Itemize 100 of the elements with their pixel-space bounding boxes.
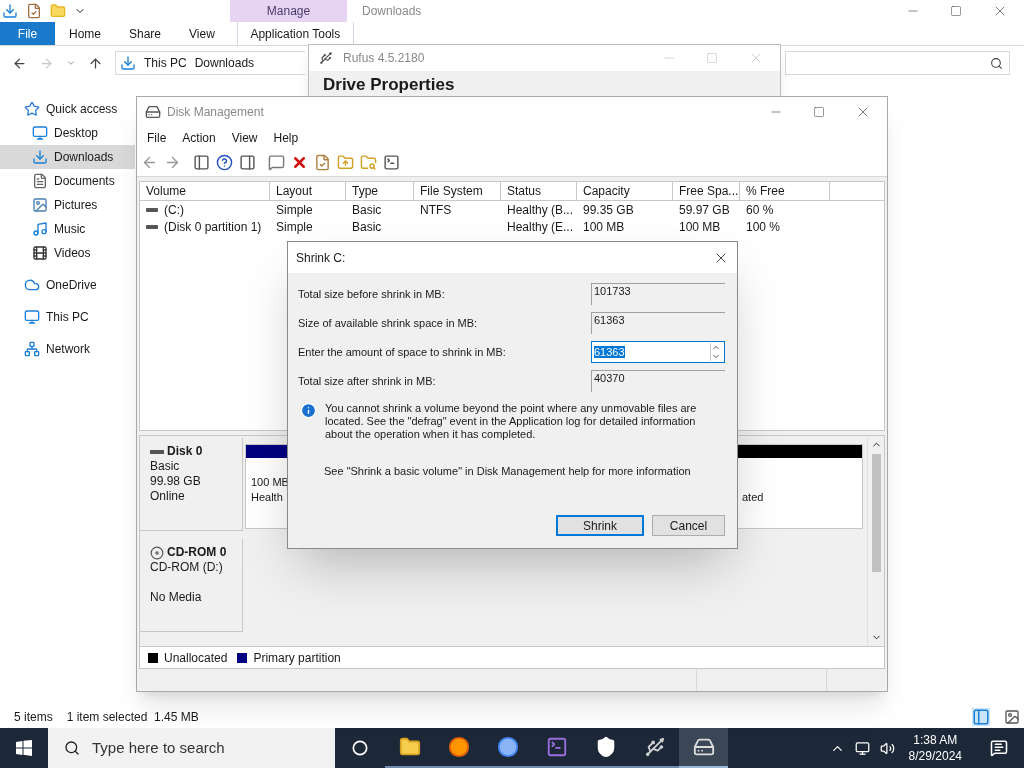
console-icon[interactable]	[383, 154, 400, 171]
legend-label: Unallocated	[164, 649, 228, 667]
nav-item[interactable]: Music	[0, 217, 135, 241]
speech-bubble-icon[interactable]	[268, 154, 285, 171]
column-header[interactable]: Type	[346, 182, 414, 200]
nav-item[interactable]: Network	[0, 337, 135, 361]
column-header[interactable]: % Free	[740, 182, 830, 200]
ribbon-tab[interactable]: File	[0, 22, 55, 45]
taskbar-app[interactable]	[679, 728, 728, 768]
ribbon-tab[interactable]: Share	[115, 22, 176, 45]
large-icons-view-button[interactable]	[1004, 709, 1020, 725]
menu-item[interactable]: Help	[265, 129, 307, 147]
download-icon[interactable]	[2, 3, 18, 19]
picture-icon	[32, 197, 48, 213]
maximize-button[interactable]	[950, 5, 962, 17]
nav-item[interactable]: Quick access	[0, 97, 135, 121]
table-cell-text: Simple	[276, 218, 313, 236]
column-header[interactable]: Free Spa...	[673, 182, 740, 200]
readout-field: 40370	[591, 370, 725, 392]
panel-icon[interactable]	[193, 154, 210, 171]
checked-document-icon[interactable]	[314, 154, 331, 171]
column-header[interactable]: Layout	[270, 182, 346, 200]
table-cell-text: 99.35 GB	[583, 201, 634, 219]
table-cell-text: 100 %	[746, 218, 781, 236]
partition-text: ated	[742, 490, 765, 505]
nav-item[interactable]: This PC	[0, 305, 135, 329]
speaker-icon[interactable]	[879, 740, 895, 756]
disc-icon	[150, 545, 164, 560]
shrink-amount-field[interactable]: 61363	[591, 341, 725, 363]
disk-label-panel[interactable]: Disk 0 Basic 99.98 GB Online	[140, 438, 243, 531]
notifications-icon[interactable]	[990, 739, 1008, 757]
back-button[interactable]	[12, 55, 27, 71]
table-cell-text: (C:)	[164, 201, 184, 219]
partition-text: Health	[251, 490, 284, 505]
nav-item[interactable]: Pictures	[0, 193, 135, 217]
spin-down-button[interactable]	[711, 352, 721, 361]
table-cell-text: Simple	[276, 201, 313, 219]
window-title: Disk Management	[166, 104, 265, 121]
table-cell-text: (Disk 0 partition 1)	[164, 218, 262, 236]
readout-field: 61363	[591, 312, 725, 334]
search-box[interactable]: Type here to search	[48, 728, 335, 768]
nav-item[interactable]: Downloads	[0, 145, 135, 169]
clock[interactable]: 1:38 AM 8/29/2024	[904, 732, 966, 764]
readout-field: 101733	[591, 283, 725, 305]
back-icon[interactable]	[141, 154, 158, 171]
address-bar[interactable]: This PC Downloads	[115, 51, 305, 75]
up-button[interactable]	[88, 55, 103, 71]
computer-icon	[24, 309, 40, 325]
nav-item[interactable]: Documents	[0, 169, 135, 193]
column-header[interactable]: Status	[501, 182, 577, 200]
properties-icon[interactable]	[26, 3, 42, 19]
dialog-button[interactable]: Shrink	[556, 515, 644, 536]
column-header[interactable]: Volume	[140, 182, 270, 200]
ribbon-tab[interactable]: Home	[55, 22, 115, 45]
volume-icon	[146, 207, 158, 212]
volume-icon	[146, 224, 158, 229]
help-text: See "Shrink a basic volume" in Disk Management help for more information	[323, 464, 692, 479]
legend-label: Primary partition	[253, 649, 341, 667]
help-icon[interactable]	[216, 154, 233, 171]
field-label: Total size before shrink in MB:	[298, 286, 446, 302]
menu-item[interactable]: View	[223, 129, 266, 147]
windows-logo-icon	[16, 740, 32, 756]
disk-name: CD-ROM 0	[167, 545, 227, 560]
table-cell-text: 59.97 GB	[679, 201, 730, 219]
folder-icon	[398, 736, 421, 758]
ribbon-tab[interactable]: View	[175, 22, 229, 45]
scrollbar[interactable]	[867, 436, 884, 646]
search-icon	[990, 56, 1003, 70]
item-count: 5 items	[14, 709, 53, 726]
nav-item[interactable]: Desktop	[0, 121, 135, 145]
network-icon	[24, 341, 40, 357]
spin-up-button[interactable]	[711, 343, 721, 352]
column-header[interactable]: File System	[414, 182, 501, 200]
disk-type: Basic	[150, 459, 181, 474]
forward-icon[interactable]	[164, 154, 181, 171]
disk-name: Disk 0	[167, 444, 203, 459]
nav-item[interactable]: Videos	[0, 241, 135, 265]
table-cell-text: Healthy (E...	[507, 218, 574, 236]
folder-up-icon[interactable]	[337, 154, 354, 171]
column-header[interactable]: Capacity	[577, 182, 673, 200]
disk-label-panel[interactable]: CD-ROM 0 CD-ROM (D:) No Media	[140, 539, 243, 632]
field-label: Size of available shrink space in MB:	[298, 315, 479, 331]
download-icon	[120, 55, 136, 71]
panel-icon[interactable]	[239, 154, 256, 171]
desktop-icon	[32, 125, 48, 141]
breadcrumb[interactable]: This PC	[144, 54, 187, 72]
delete-icon[interactable]	[291, 154, 308, 171]
dialog-button[interactable]: Cancel	[652, 515, 725, 536]
breadcrumb[interactable]: Downloads	[194, 54, 255, 72]
folder-search-icon[interactable]	[360, 154, 377, 171]
nav-item[interactable]: OneDrive	[0, 273, 135, 297]
maximize-button[interactable]	[813, 106, 825, 118]
disk-status: Online	[150, 489, 186, 504]
disk-size: 99.98 GB	[150, 474, 202, 489]
menu-item[interactable]: Action	[174, 129, 224, 147]
search-field[interactable]	[785, 51, 1010, 75]
menu-item[interactable]: File	[139, 129, 175, 147]
table-cell-text: 60 %	[746, 201, 774, 219]
details-view-button[interactable]	[972, 708, 990, 726]
network-icon[interactable]	[854, 740, 870, 756]
